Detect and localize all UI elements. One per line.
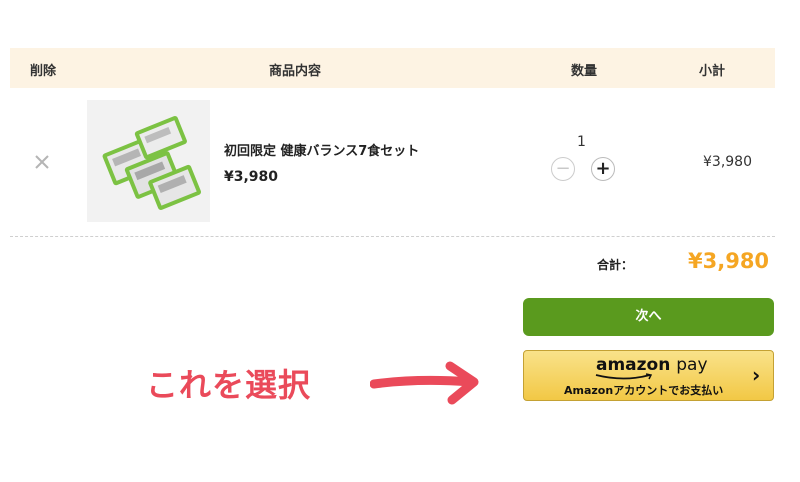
header-product: 商品内容 xyxy=(269,64,322,79)
annotation-text: これを選択 xyxy=(146,366,312,404)
header-delete: 削除 xyxy=(30,64,57,79)
header-quantity: 数量 xyxy=(571,64,598,79)
next-button-label: 次へ xyxy=(635,309,662,324)
item-subtotal: ¥3,980 xyxy=(703,154,752,170)
product-price: ¥3,980 xyxy=(224,169,279,185)
product-thumbnail[interactable] xyxy=(87,100,210,222)
cart-table-header: 削除 商品内容 数量 小計 xyxy=(10,48,775,88)
amazon-pay-button[interactable]: amazon pay Amazonアカウントでお支払い › xyxy=(523,350,774,401)
amazon-pay-subtext: Amazonアカウントでお支払い xyxy=(564,384,724,397)
amazon-logo-pay: pay xyxy=(676,355,708,375)
arrow-right-icon xyxy=(370,361,479,405)
plus-icon: + xyxy=(595,158,611,179)
chevron-right-icon: › xyxy=(752,363,761,387)
amazon-smile-icon xyxy=(595,373,653,380)
close-icon xyxy=(35,155,49,169)
remove-item-button[interactable] xyxy=(31,151,53,173)
amazon-pay-logo: amazon pay xyxy=(596,355,708,375)
total-label: 合計： xyxy=(597,258,634,272)
amazon-logo-word: amazon xyxy=(596,355,671,375)
row-divider xyxy=(10,236,775,237)
quantity-value: 1 xyxy=(577,134,586,150)
next-button[interactable]: 次へ xyxy=(523,298,774,336)
product-name[interactable]: 初回限定 健康バランス7食セット xyxy=(224,140,419,159)
minus-icon: − xyxy=(555,158,571,179)
increase-quantity-button[interactable]: + xyxy=(591,157,615,181)
product-image xyxy=(87,100,210,222)
total-value: ¥3,980 xyxy=(688,249,770,273)
header-subtotal: 小計 xyxy=(699,64,726,79)
decrease-quantity-button[interactable]: − xyxy=(551,157,575,181)
